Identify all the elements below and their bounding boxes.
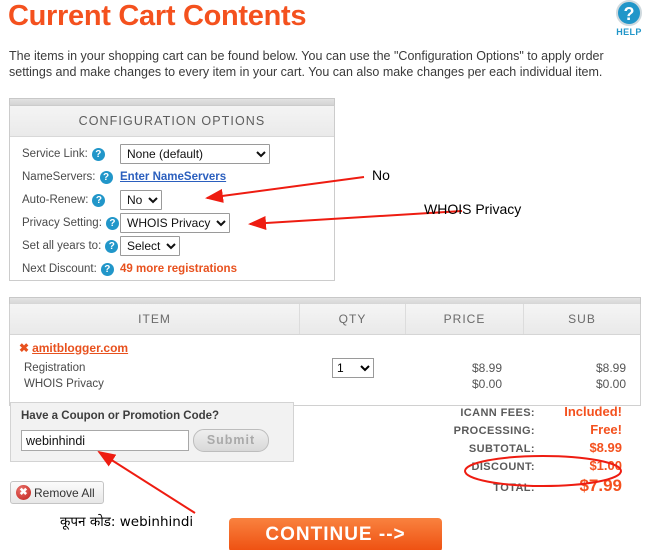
table-row: ✖ amitblogger.com Registration 1 $8.99 $… xyxy=(10,335,640,405)
sub-whois-privacy: $0.00 xyxy=(595,377,626,391)
privacy-setting-label: Privacy Setting: ? xyxy=(22,216,120,230)
totals-panel: ICANN FEES: Included! PROCESSING: Free! … xyxy=(420,404,630,498)
total-row-subtotal: SUBTOTAL: $8.99 xyxy=(420,440,630,458)
intro-text: The items in your shopping cart can be f… xyxy=(9,49,604,79)
auto-renew-text: Auto-Renew: xyxy=(22,194,89,206)
coupon-box: Have a Coupon or Promotion Code? Submit xyxy=(10,402,294,462)
domain-name-link[interactable]: amitblogger.com xyxy=(32,341,128,355)
remove-circle-icon: ✖ xyxy=(16,485,31,500)
column-header-qty: QTY xyxy=(300,304,406,334)
value-icann-fees: Included! xyxy=(564,404,622,419)
page-title: Current Cart Contents xyxy=(8,0,307,32)
items-table: ITEM QTY PRICE SUB ✖ amitblogger.com Reg… xyxy=(9,304,641,406)
configuration-options-panel: CONFIGURATION OPTIONS Service Link: ? No… xyxy=(9,105,335,281)
question-mark-icon: ? xyxy=(616,0,642,26)
sub-registration: $8.99 xyxy=(595,361,626,375)
line-label-whois-privacy: WHOIS Privacy xyxy=(24,378,104,390)
coupon-line: Submit xyxy=(21,429,283,452)
privacy-setting-text: Privacy Setting: xyxy=(22,217,102,229)
value-processing: Free! xyxy=(590,422,622,437)
price-whois-privacy: $0.00 xyxy=(471,377,502,391)
service-link-select[interactable]: None (default) xyxy=(120,144,270,164)
list-item: WHOIS Privacy $0.00 $0.00 xyxy=(24,376,640,392)
total-row-discount: DISCOUNT: $1.00 xyxy=(420,458,630,476)
help-question-icon[interactable]: ? xyxy=(99,170,113,184)
annotation-privacy: WHOIS Privacy xyxy=(424,201,522,217)
coupon-input[interactable] xyxy=(21,430,189,451)
config-row-nameservers: NameServers: ? Enter NameServers xyxy=(22,166,334,188)
config-body: Service Link: ? None (default) NameServe… xyxy=(10,137,334,280)
items-table-topbar xyxy=(9,297,641,304)
enter-nameservers-link[interactable]: Enter NameServers xyxy=(120,171,226,183)
service-link-label: Service Link: ? xyxy=(22,147,120,161)
nameservers-text: NameServers: xyxy=(22,171,96,183)
set-all-years-text: Set all years to: xyxy=(22,240,102,252)
annotation-auto-renew: No xyxy=(372,167,390,183)
submit-button[interactable]: Submit xyxy=(193,429,269,452)
continue-button[interactable]: CONTINUE --> xyxy=(229,518,442,550)
items-table-header: ITEM QTY PRICE SUB xyxy=(10,304,640,335)
help-question-icon[interactable]: ? xyxy=(100,262,114,276)
next-discount-value: 49 more registrations xyxy=(120,263,237,275)
value-total: $7.99 xyxy=(579,476,622,495)
help-question-icon[interactable]: ? xyxy=(105,216,119,230)
nameservers-label: NameServers: ? xyxy=(22,170,120,184)
remove-all-label: Remove All xyxy=(34,485,95,500)
help-question-icon[interactable]: ? xyxy=(105,239,119,253)
quantity-select[interactable]: 1 xyxy=(332,358,374,378)
x-remove-icon[interactable]: ✖ xyxy=(19,342,29,354)
value-discount: $1.00 xyxy=(589,458,622,473)
set-all-years-label: Set all years to: ? xyxy=(22,239,120,253)
qty-cell: 1 xyxy=(300,358,406,378)
column-header-price: PRICE xyxy=(406,304,524,334)
coupon-title: Have a Coupon or Promotion Code? xyxy=(21,410,220,422)
annotation-coupon-hindi: कूपन कोड: webinhindi xyxy=(60,514,194,530)
help-question-icon[interactable]: ? xyxy=(91,147,105,161)
total-row-icann-fees: ICANN FEES: Included! xyxy=(420,404,630,422)
domain-line: ✖ amitblogger.com xyxy=(10,341,640,355)
auto-renew-label: Auto-Renew: ? xyxy=(22,193,120,207)
config-row-next-discount: Next Discount: ? 49 more registrations xyxy=(22,258,334,280)
config-row-set-all-years: Set all years to: ? Select xyxy=(22,235,334,257)
label-discount: DISCOUNT: xyxy=(471,461,535,473)
column-header-sub: SUB xyxy=(568,312,596,326)
label-total: TOTAL: xyxy=(493,482,535,494)
value-subtotal: $8.99 xyxy=(589,440,622,455)
privacy-setting-select[interactable]: WHOIS Privacy xyxy=(120,213,230,233)
next-discount-label: Next Discount: ? xyxy=(22,262,120,276)
page-root: Current Cart Contents ? HELP The items i… xyxy=(0,0,650,550)
auto-renew-select[interactable]: No xyxy=(120,190,162,210)
next-discount-text: Next Discount: xyxy=(22,263,97,275)
line-label-registration: Registration xyxy=(24,362,86,374)
item-sub-rows: Registration 1 $8.99 $8.99 WHOIS Privacy… xyxy=(10,358,640,392)
help-label: HELP xyxy=(616,27,642,37)
service-link-text: Service Link: xyxy=(22,148,88,160)
help-button[interactable]: ? HELP xyxy=(606,0,650,37)
column-header-item: ITEM xyxy=(10,304,300,334)
label-processing: PROCESSING: xyxy=(453,425,535,437)
config-panel-topbar xyxy=(9,98,335,105)
config-heading: CONFIGURATION OPTIONS xyxy=(10,106,334,137)
label-icann-fees: ICANN FEES: xyxy=(460,407,535,419)
total-row-total: TOTAL: $7.99 xyxy=(420,476,630,498)
list-item: Registration 1 $8.99 $8.99 xyxy=(24,358,640,378)
config-row-privacy-setting: Privacy Setting: ? WHOIS Privacy xyxy=(22,212,334,234)
total-row-processing: PROCESSING: Free! xyxy=(420,422,630,440)
set-all-years-select[interactable]: Select xyxy=(120,236,180,256)
config-row-auto-renew: Auto-Renew: ? No xyxy=(22,189,334,211)
label-subtotal: SUBTOTAL: xyxy=(468,443,535,455)
help-question-icon[interactable]: ? xyxy=(92,193,106,207)
price-registration: $8.99 xyxy=(471,361,502,375)
remove-all-button[interactable]: ✖ Remove All xyxy=(10,481,104,504)
config-row-service-link: Service Link: ? None (default) xyxy=(22,143,334,165)
